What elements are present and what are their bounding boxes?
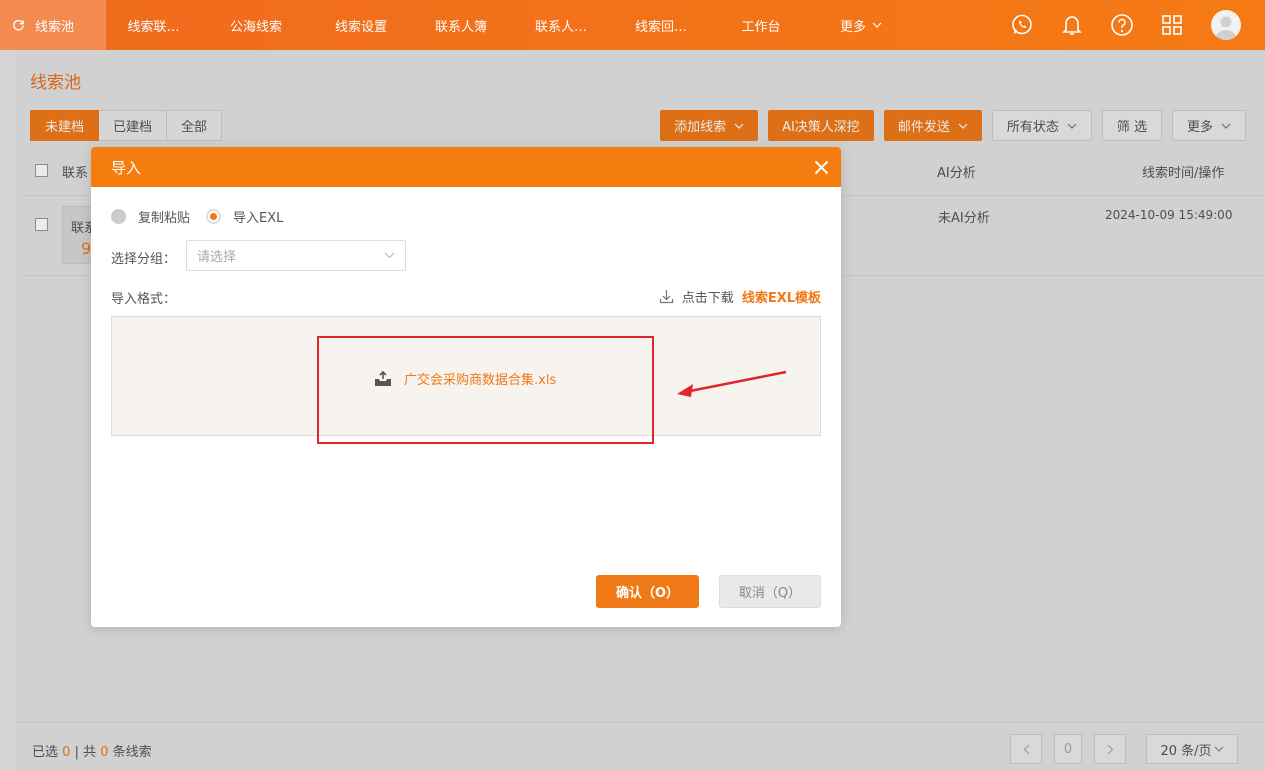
whatsapp-icon[interactable] [997, 0, 1047, 50]
nav-item-lead-settings[interactable]: 线索设置 [311, 0, 411, 50]
chevron-down-icon [872, 22, 882, 28]
annotation-highlight-box [317, 336, 654, 444]
apps-grid-icon[interactable] [1147, 0, 1197, 50]
refresh-icon [13, 19, 24, 31]
group-select[interactable]: 请选择 [186, 240, 406, 271]
top-navbar: 线索池 线索联… 公海线索 线索设置 联系人簿 联系人… 线索回… 工作台 更多 [0, 0, 1265, 50]
import-mode-radios: 复制粘贴 导入EXL [111, 207, 283, 226]
radio-import-exl-label[interactable]: 导入EXL [233, 207, 283, 226]
avatar[interactable] [1211, 10, 1241, 40]
nav-item-label: 线索池 [35, 19, 75, 35]
nav-item-public-leads[interactable]: 公海线索 [201, 0, 311, 50]
annotation-arrow-icon [677, 370, 787, 397]
nav-more-label: 更多 [839, 19, 866, 35]
download-template-link[interactable]: 线索EXL模板 [742, 287, 821, 306]
chevron-down-icon [384, 252, 395, 259]
modal-title: 导入 [111, 158, 142, 177]
nav-item-lead-recycle[interactable]: 线索回… [611, 0, 711, 50]
radio-paste-label[interactable]: 复制粘贴 [138, 207, 190, 226]
group-select-placeholder: 请选择 [197, 250, 237, 265]
download-text: 点击下载 [681, 291, 734, 306]
nav-item-contacts-more[interactable]: 联系人… [511, 0, 611, 50]
import-modal: 导入 复制粘贴 导入EXL 选择分组： 请选择 导入格式： 点击下载 线索EXL… [91, 147, 841, 627]
format-label: 导入格式： [111, 292, 177, 307]
radio-import-exl[interactable] [206, 209, 222, 224]
close-icon[interactable] [811, 157, 831, 177]
download-template: 点击下载 线索EXL模板 [659, 287, 821, 306]
bell-icon[interactable] [1047, 0, 1097, 50]
nav-item-more[interactable]: 更多 [811, 0, 911, 50]
nav-item-lead-pool[interactable]: 线索池 [0, 0, 106, 50]
nav-item-workbench[interactable]: 工作台 [711, 0, 811, 50]
radio-paste[interactable] [111, 209, 126, 224]
modal-header: 导入 [91, 147, 841, 187]
confirm-button[interactable]: 确认（O） [596, 575, 699, 608]
group-label: 选择分组： [111, 252, 177, 267]
help-icon[interactable] [1097, 0, 1147, 50]
cancel-button[interactable]: 取消（Q） [719, 575, 821, 608]
download-icon [659, 290, 673, 304]
nav-item-contact-book[interactable]: 联系人簿 [411, 0, 511, 50]
nav-item-lead-contacts[interactable]: 线索联… [106, 0, 201, 50]
